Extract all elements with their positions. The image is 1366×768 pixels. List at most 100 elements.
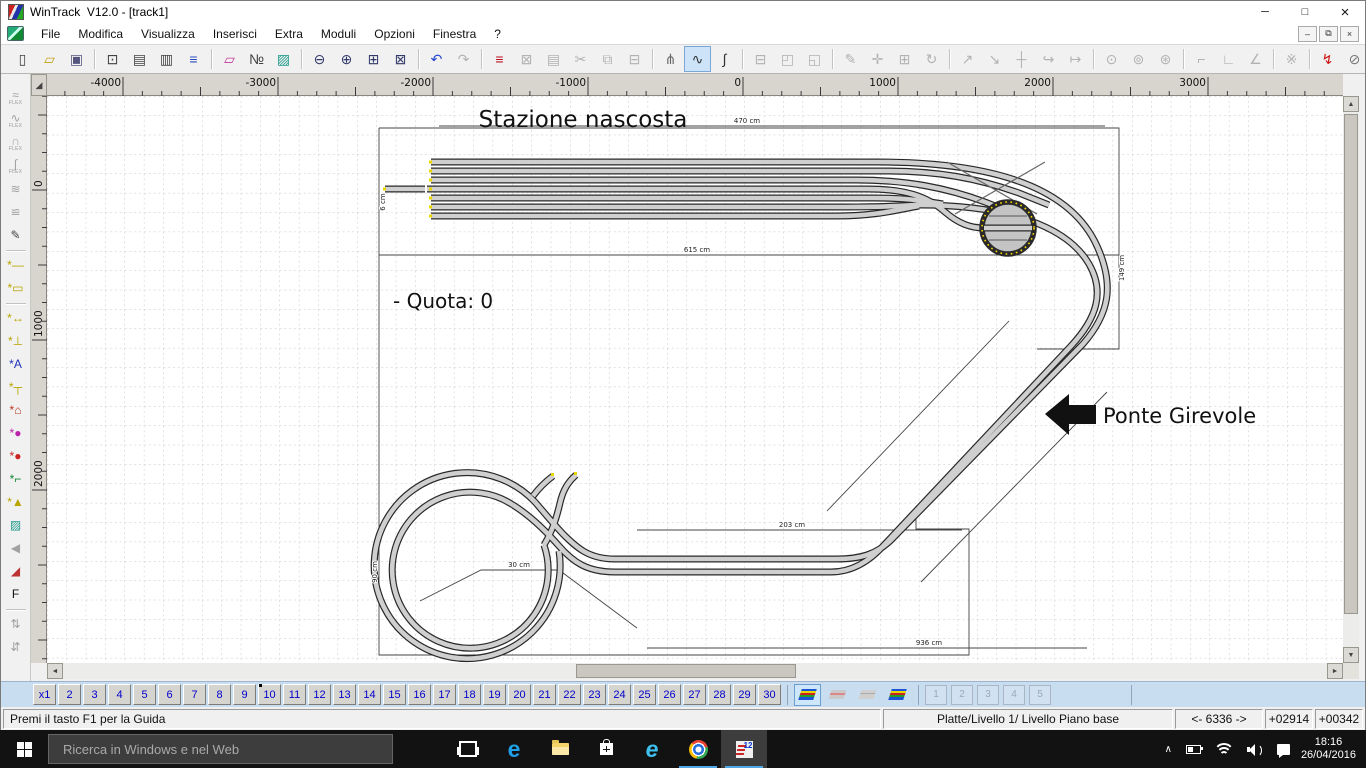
sheet-tab-6[interactable]: 6 bbox=[158, 684, 181, 705]
sheet-tab-16[interactable]: 16 bbox=[408, 684, 431, 705]
scroll-down-button[interactable]: ▼ bbox=[1343, 647, 1359, 663]
taskbar-chrome[interactable] bbox=[675, 730, 721, 768]
bridge-icon[interactable]: ◢ bbox=[3, 560, 29, 583]
taskbar-search-box[interactable]: Ricerca in Windows e nel Web bbox=[48, 734, 393, 764]
track-list-icon[interactable]: ≡ bbox=[486, 46, 513, 72]
layers-help-icon[interactable]: ? bbox=[884, 684, 911, 706]
insert-image-icon[interactable]: ▨ bbox=[3, 514, 29, 537]
sheet-tab-11[interactable]: 11 bbox=[283, 684, 306, 705]
horizontal-scrollbar[interactable]: ◄ ► bbox=[47, 663, 1343, 679]
sheet-tab-9[interactable]: 9 bbox=[233, 684, 256, 705]
menu-item-opzioni[interactable]: Opzioni bbox=[365, 25, 424, 43]
switch-track-icon[interactable]: ⋔ bbox=[657, 46, 684, 72]
sheet-tab-3[interactable]: 3 bbox=[83, 684, 106, 705]
insert-terrain-icon[interactable]: *▲ bbox=[3, 491, 29, 514]
sheet-tab-24[interactable]: 24 bbox=[608, 684, 631, 705]
sheet-tab-27[interactable]: 27 bbox=[683, 684, 706, 705]
menu-item-moduli[interactable]: Moduli bbox=[312, 25, 365, 43]
menu-item-finestra[interactable]: Finestra bbox=[424, 25, 485, 43]
undo-icon[interactable]: ↶ bbox=[423, 46, 450, 72]
mdi-minimize-button[interactable]: – bbox=[1298, 26, 1317, 42]
sheet-tab-10[interactable]: 10 bbox=[258, 684, 281, 705]
sheet-tab-19[interactable]: 19 bbox=[483, 684, 506, 705]
sheet-tab-22[interactable]: 22 bbox=[558, 684, 581, 705]
parts-list-icon[interactable]: ≡ bbox=[180, 46, 207, 72]
menu-item-help[interactable]: ? bbox=[485, 25, 510, 43]
scroll-up-button[interactable]: ▲ bbox=[1343, 96, 1359, 112]
open-file-icon[interactable]: ▱ bbox=[36, 46, 63, 72]
minimize-button[interactable]: ─ bbox=[1245, 1, 1285, 23]
mdi-close-button[interactable]: × bbox=[1340, 26, 1359, 42]
insert-width-icon[interactable]: *↔ bbox=[3, 307, 29, 330]
sheet-tab-12[interactable]: 12 bbox=[308, 684, 331, 705]
import-icon[interactable]: ▱ bbox=[216, 46, 243, 72]
zoom-out-icon[interactable]: ⊖ bbox=[306, 46, 333, 72]
insert-height-icon[interactable]: *┬ bbox=[3, 376, 29, 399]
sheet-tab-8[interactable]: 8 bbox=[208, 684, 231, 705]
taskbar-store[interactable] bbox=[583, 730, 629, 768]
new-file-icon[interactable]: ▯ bbox=[9, 46, 36, 72]
draw-tool-icon[interactable]: ✎ bbox=[3, 224, 29, 247]
start-button[interactable] bbox=[0, 730, 48, 768]
layers-visible-icon[interactable] bbox=[794, 684, 821, 706]
zoom-in-icon[interactable]: ⊕ bbox=[333, 46, 360, 72]
zoom-window-icon[interactable]: ⊞ bbox=[360, 46, 387, 72]
wintrack-app-icon[interactable] bbox=[8, 4, 24, 20]
vertical-scrollbar[interactable]: ▲ ▼ bbox=[1343, 96, 1359, 663]
close-button[interactable]: × bbox=[1325, 1, 1365, 23]
battery-icon[interactable] bbox=[1186, 745, 1201, 754]
menu-item-extra[interactable]: Extra bbox=[266, 25, 312, 43]
insert-figure-icon[interactable]: *● bbox=[3, 422, 29, 445]
scroll-right-button[interactable]: ► bbox=[1327, 663, 1343, 679]
sheet-tab-7[interactable]: 7 bbox=[183, 684, 206, 705]
track-plan-canvas[interactable]: Stazione nascosta - Quota: 0 Ponte Girev… bbox=[47, 96, 1343, 663]
insert-signal-icon[interactable]: *● bbox=[3, 445, 29, 468]
sheet-tab-13[interactable]: 13 bbox=[333, 684, 356, 705]
action-center-icon[interactable] bbox=[1277, 744, 1290, 755]
volume-icon[interactable] bbox=[1247, 743, 1263, 756]
horizontal-scroll-thumb[interactable] bbox=[576, 664, 796, 678]
sheet-tab-25[interactable]: 25 bbox=[633, 684, 656, 705]
zoom-fit-icon[interactable]: ⊠ bbox=[387, 46, 414, 72]
sheet-tab-14[interactable]: 14 bbox=[358, 684, 381, 705]
print-preview-icon[interactable]: ⊡ bbox=[99, 46, 126, 72]
turntable[interactable] bbox=[982, 202, 1034, 254]
sheet-tab-28[interactable]: 28 bbox=[708, 684, 731, 705]
sheet-tab-21[interactable]: 21 bbox=[533, 684, 556, 705]
sheet-tab-29[interactable]: 29 bbox=[733, 684, 756, 705]
insert-level-icon[interactable]: *⊥ bbox=[3, 330, 29, 353]
sheet-tab-23[interactable]: 23 bbox=[583, 684, 606, 705]
insert-dimension-icon[interactable]: *— bbox=[3, 254, 29, 277]
curved-track-icon[interactable]: ∿ bbox=[684, 46, 711, 72]
save-file-icon[interactable]: ▣ bbox=[63, 46, 90, 72]
insert-building-icon[interactable]: *⌂ bbox=[3, 399, 29, 422]
mdi-restore-button[interactable]: ⧉ bbox=[1319, 26, 1338, 42]
taskbar-internet-explorer[interactable]: e bbox=[629, 730, 675, 768]
sheet-tab-20[interactable]: 20 bbox=[508, 684, 531, 705]
flex-track-icon[interactable]: ∫ bbox=[711, 46, 738, 72]
taskbar-edge[interactable]: e bbox=[491, 730, 537, 768]
catenary-icon[interactable]: ⊘ bbox=[1341, 46, 1366, 72]
taskbar-file-explorer[interactable] bbox=[537, 730, 583, 768]
ruler-corner-button[interactable]: ◢ bbox=[31, 74, 47, 96]
maximize-button[interactable]: □ bbox=[1285, 1, 1325, 23]
sheet-tab-18[interactable]: 18 bbox=[458, 684, 481, 705]
electric-icon[interactable]: ↯ bbox=[1314, 46, 1341, 72]
insert-text-icon[interactable]: *A bbox=[3, 353, 29, 376]
scroll-left-button[interactable]: ◄ bbox=[47, 663, 63, 679]
sheet-tab-5[interactable]: 5 bbox=[133, 684, 156, 705]
profile-icon[interactable]: F bbox=[3, 583, 29, 606]
taskbar-clock[interactable]: 18:16 26/04/2016 bbox=[1301, 736, 1356, 762]
sheet-tab-4[interactable]: 4 bbox=[108, 684, 131, 705]
sheet-tab-x1[interactable]: x1 bbox=[33, 684, 56, 705]
document-icon[interactable] bbox=[7, 26, 24, 41]
sheet-tab-26[interactable]: 26 bbox=[658, 684, 681, 705]
tray-chevron-icon[interactable]: ∧ bbox=[1165, 744, 1172, 755]
menu-item-file[interactable]: File bbox=[32, 25, 69, 43]
print-icon[interactable]: ▤ bbox=[126, 46, 153, 72]
print-pages-icon[interactable]: ▥ bbox=[153, 46, 180, 72]
insert-area-icon[interactable]: *▭ bbox=[3, 277, 29, 300]
menu-item-modifica[interactable]: Modifica bbox=[69, 25, 132, 43]
menu-item-visualizza[interactable]: Visualizza bbox=[132, 25, 204, 43]
wifi-icon[interactable] bbox=[1215, 743, 1233, 756]
